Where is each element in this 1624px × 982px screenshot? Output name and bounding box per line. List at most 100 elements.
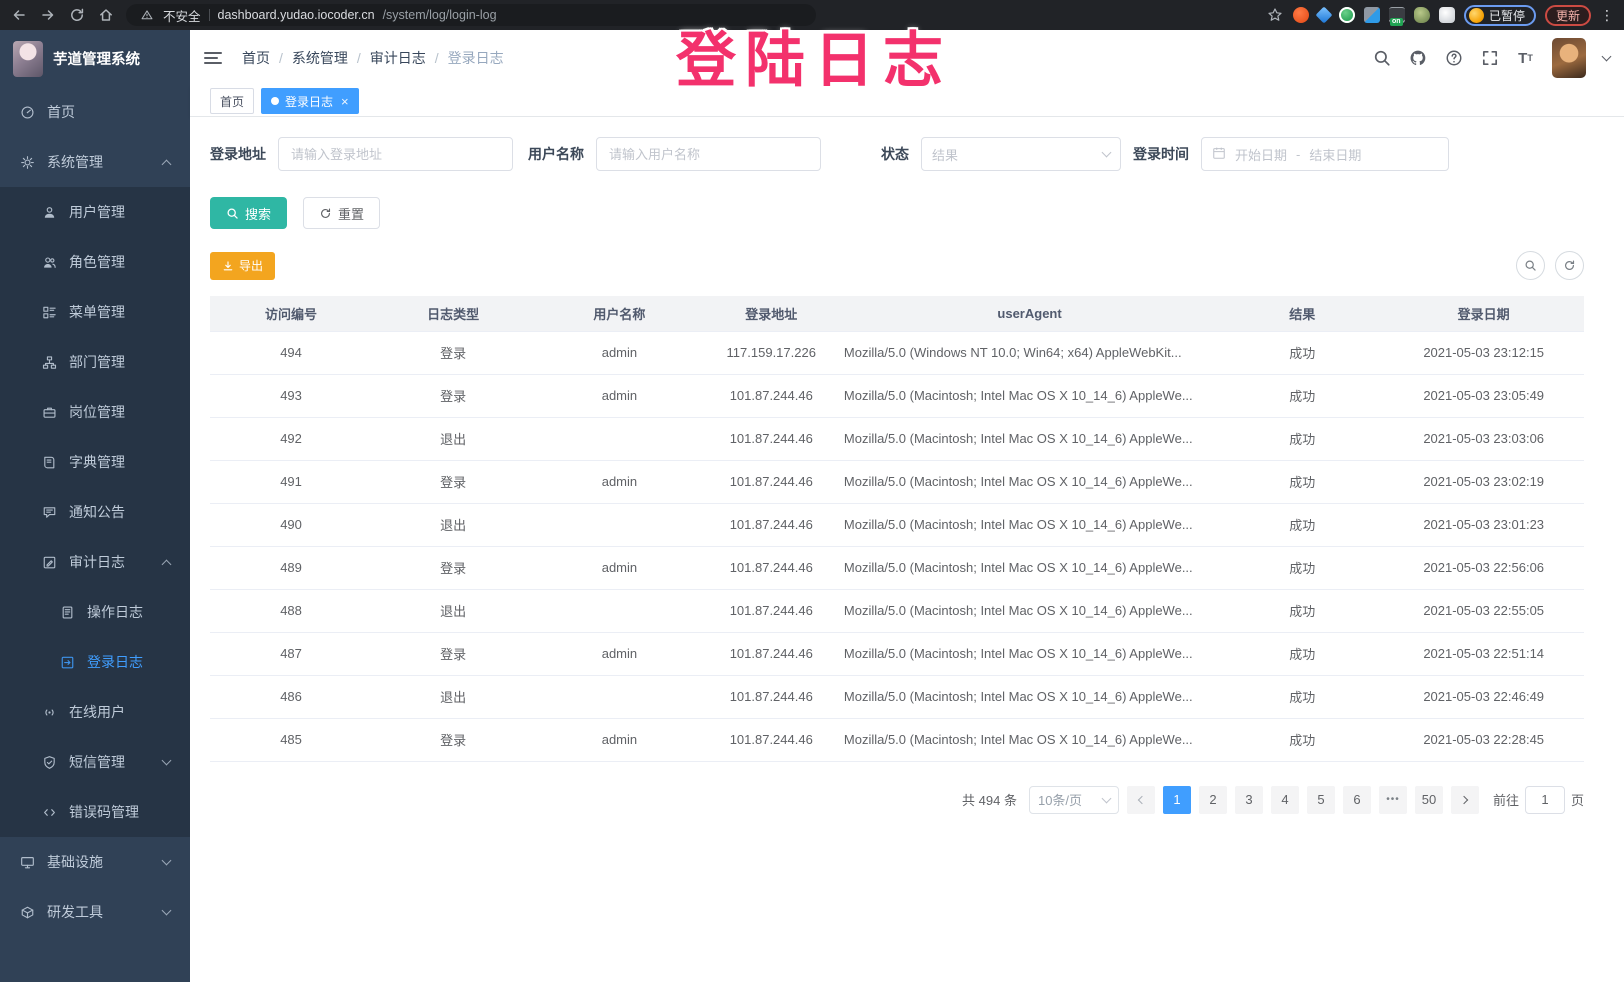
- chevron-down-icon: [1102, 793, 1112, 803]
- table-cell: 494: [210, 331, 372, 374]
- sidebar-item-短信管理[interactable]: 短信管理: [0, 737, 190, 787]
- sidebar-item-在线用户[interactable]: 在线用户: [0, 687, 190, 737]
- address-input[interactable]: [278, 137, 513, 171]
- tab-首页[interactable]: 首页: [210, 88, 254, 114]
- forward-icon[interactable]: [39, 7, 56, 24]
- sidebar-item-用户管理[interactable]: 用户管理: [0, 187, 190, 237]
- sidebar-item-系统管理[interactable]: 系统管理: [0, 137, 190, 187]
- table-cell: 2021-05-03 22:55:05: [1383, 589, 1584, 632]
- chevron-down-icon[interactable]: [1602, 51, 1612, 61]
- next-page-button[interactable]: [1451, 786, 1479, 814]
- font-size-icon[interactable]: TT: [1516, 49, 1535, 68]
- sidebar-item-通知公告[interactable]: 通知公告: [0, 487, 190, 537]
- sidebar-item-登录日志[interactable]: 登录日志: [0, 637, 190, 687]
- filter-status: 状态 结果: [881, 137, 1121, 171]
- user-avatar[interactable]: [1552, 38, 1586, 78]
- home-icon[interactable]: [97, 7, 114, 24]
- sidebar-item-岗位管理[interactable]: 岗位管理: [0, 387, 190, 437]
- breadcrumb-item[interactable]: 审计日志: [370, 48, 426, 68]
- sidebar-item-首页[interactable]: 首页: [0, 87, 190, 137]
- sidebar-item-基础设施[interactable]: 基础设施: [0, 837, 190, 887]
- sidebar-item-菜单管理[interactable]: 菜单管理: [0, 287, 190, 337]
- annotation-overlay: 登陆日志: [676, 12, 952, 99]
- sidebar-item-角色管理[interactable]: 角色管理: [0, 237, 190, 287]
- export-button[interactable]: 导出: [210, 252, 275, 280]
- search-icon[interactable]: [1372, 49, 1391, 68]
- table-cell: 成功: [1221, 331, 1383, 374]
- sidebar-logo[interactable]: 芋道管理系统: [0, 30, 190, 87]
- tab-登录日志[interactable]: 登录日志 ×: [261, 88, 359, 114]
- page-list: 123456 ••• 50: [1163, 786, 1443, 814]
- extension-leaf-icon[interactable]: [1414, 7, 1430, 23]
- prev-page-button[interactable]: [1127, 786, 1155, 814]
- sidebar-item-label: 字典管理: [69, 452, 125, 472]
- extension-list-icon[interactable]: on: [1389, 7, 1405, 23]
- fullscreen-icon[interactable]: [1480, 49, 1499, 68]
- table-cell: Mozilla/5.0 (Macintosh; Intel Mac OS X 1…: [838, 417, 1221, 460]
- sidebar-item-字典管理[interactable]: 字典管理: [0, 437, 190, 487]
- goto-page-input[interactable]: [1525, 786, 1565, 814]
- hamburger-icon[interactable]: [204, 52, 222, 64]
- table-cell: 101.87.244.46: [705, 460, 838, 503]
- page-button-5[interactable]: 5: [1307, 786, 1335, 814]
- sidebar-item-审计日志[interactable]: 审计日志: [0, 537, 190, 587]
- screen: 不安全 dashboard.yudao.iocoder.cn/system/lo…: [0, 0, 1624, 982]
- update-button[interactable]: 更新: [1545, 5, 1591, 26]
- chevron-down-icon: [162, 856, 172, 866]
- help-icon[interactable]: [1444, 49, 1463, 68]
- extension-puzzle-icon[interactable]: [1439, 7, 1455, 23]
- extension-stack-icon[interactable]: [1364, 7, 1380, 23]
- column-header: userAgent: [838, 296, 1221, 331]
- extension-green-icon[interactable]: [1339, 7, 1355, 23]
- sidebar-item-label: 审计日志: [69, 552, 125, 572]
- breadcrumb-item[interactable]: 系统管理: [292, 48, 348, 68]
- page-button-2[interactable]: 2: [1199, 786, 1227, 814]
- username-label: 用户名称: [528, 144, 584, 164]
- chevron-up-icon: [162, 160, 172, 170]
- tab-label: 登录日志: [285, 93, 333, 110]
- pagination-ellipsis[interactable]: •••: [1379, 786, 1407, 814]
- table-cell: 2021-05-03 22:46:49: [1383, 675, 1584, 718]
- username-input[interactable]: [596, 137, 821, 171]
- extension-gem-icon[interactable]: [1315, 7, 1332, 24]
- status-select[interactable]: 结果: [921, 137, 1121, 171]
- refresh-icon: [1563, 259, 1576, 272]
- shield-icon: [42, 755, 57, 770]
- github-icon[interactable]: [1408, 49, 1427, 68]
- extension-orange-icon[interactable]: [1293, 7, 1309, 23]
- table-cell: 登录: [372, 460, 534, 503]
- browser-menu-icon[interactable]: ⋮: [1600, 8, 1614, 22]
- column-header: 日志类型: [372, 296, 534, 331]
- page-button-4[interactable]: 4: [1271, 786, 1299, 814]
- page-size-select[interactable]: 10条/页: [1029, 786, 1119, 814]
- reload-icon[interactable]: [68, 7, 85, 24]
- sidebar-item-研发工具[interactable]: 研发工具: [0, 887, 190, 937]
- search-button[interactable]: 搜索: [210, 197, 287, 229]
- page-button-1[interactable]: 1: [1163, 786, 1191, 814]
- extension-on-badge: on: [1390, 18, 1403, 26]
- sidebar-item-部门管理[interactable]: 部门管理: [0, 337, 190, 387]
- toggle-search-button[interactable]: [1516, 251, 1545, 280]
- chevron-down-icon: [1102, 148, 1112, 158]
- page-button-6[interactable]: 6: [1343, 786, 1371, 814]
- refresh-table-button[interactable]: [1555, 251, 1584, 280]
- page-button-50[interactable]: 50: [1415, 786, 1443, 814]
- breadcrumb-item[interactable]: 首页: [242, 48, 270, 68]
- table-cell: 2021-05-03 23:12:15: [1383, 331, 1584, 374]
- sidebar-item-错误码管理[interactable]: 错误码管理: [0, 787, 190, 837]
- breadcrumb-separator: /: [357, 50, 361, 66]
- table-cell: admin: [534, 546, 704, 589]
- close-icon[interactable]: ×: [341, 95, 349, 108]
- sidebar-item-操作日志[interactable]: 操作日志: [0, 587, 190, 637]
- app-title: 芋道管理系统: [53, 48, 140, 69]
- date-range-picker[interactable]: 开始日期 - 结束日期: [1201, 137, 1449, 171]
- bookmark-star-icon[interactable]: [1267, 7, 1284, 24]
- start-date-placeholder: 开始日期: [1235, 145, 1287, 164]
- reset-button[interactable]: 重置: [303, 197, 380, 229]
- profile-paused-badge[interactable]: 已暂停: [1464, 5, 1536, 26]
- warning-icon[interactable]: [138, 7, 155, 24]
- back-icon[interactable]: [10, 7, 27, 24]
- column-header: 结果: [1221, 296, 1383, 331]
- page-button-3[interactable]: 3: [1235, 786, 1263, 814]
- table-cell: 101.87.244.46: [705, 589, 838, 632]
